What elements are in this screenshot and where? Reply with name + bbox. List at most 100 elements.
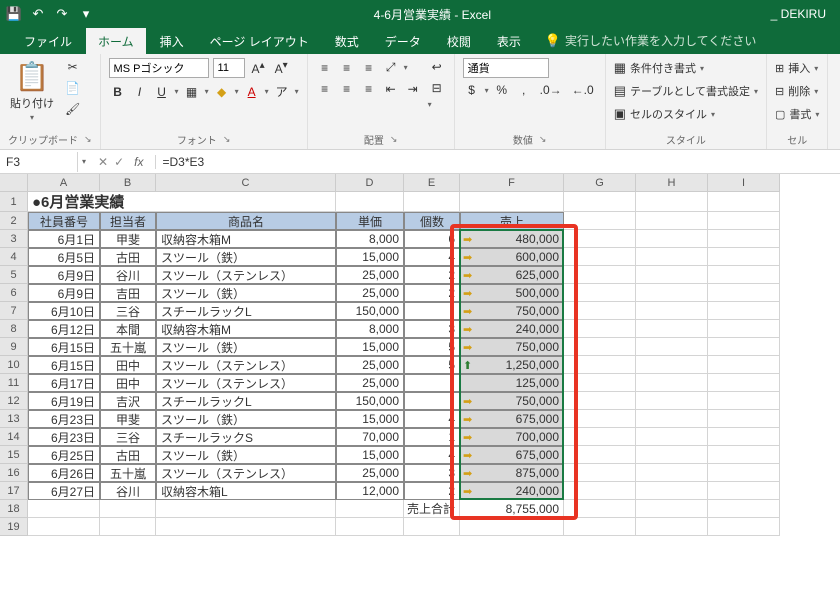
cell-qty[interactable]: 5 <box>404 338 460 356</box>
col-header-D[interactable]: D <box>336 174 404 192</box>
cell-qty[interactable]: 1 <box>404 428 460 446</box>
cell-price[interactable]: 150,000 <box>336 302 404 320</box>
cell-emp[interactable]: 6月12日 <box>28 320 100 338</box>
font-size-input[interactable] <box>213 58 245 78</box>
cell[interactable] <box>636 518 708 536</box>
cell[interactable] <box>636 392 708 410</box>
cell-emp[interactable]: 6月19日 <box>28 392 100 410</box>
cell-sales[interactable]: ➡750,000 <box>460 392 564 410</box>
row-header-6[interactable]: 6 <box>0 284 28 302</box>
cell-emp[interactable]: 6月27日 <box>28 482 100 500</box>
cell-sales[interactable]: ➡625,000 <box>460 266 564 284</box>
bold-button[interactable]: B <box>109 83 127 101</box>
number-launcher-icon[interactable]: ↘ <box>539 134 547 145</box>
cell-qty[interactable]: 4 <box>404 446 460 464</box>
cell[interactable] <box>708 320 780 338</box>
tab-review[interactable]: 校閲 <box>435 28 483 54</box>
cell-product[interactable]: スツール（鉄） <box>156 446 336 464</box>
delete-cells-button[interactable]: ⊟削除 ▾ <box>775 81 819 101</box>
cell[interactable] <box>636 482 708 500</box>
row-header-9[interactable]: 9 <box>0 338 28 356</box>
cell-price[interactable]: 15,000 <box>336 410 404 428</box>
cell[interactable] <box>564 230 636 248</box>
cell-price[interactable]: 150,000 <box>336 392 404 410</box>
cell[interactable] <box>460 518 564 536</box>
cell[interactable] <box>636 428 708 446</box>
cell[interactable] <box>636 446 708 464</box>
cell[interactable] <box>564 266 636 284</box>
row-header-11[interactable]: 11 <box>0 374 28 392</box>
cell[interactable] <box>564 338 636 356</box>
cell-price[interactable]: 8,000 <box>336 320 404 338</box>
merge-center-icon[interactable]: ⊟ <box>428 79 446 97</box>
cell-product[interactable]: スツール（ステンレス） <box>156 464 336 482</box>
decrease-font-icon[interactable]: A▾ <box>272 58 291 78</box>
cell-sales[interactable]: ➡480,000 <box>460 230 564 248</box>
cancel-formula-icon[interactable]: ✕ <box>98 155 108 169</box>
accounting-format-icon[interactable]: $ <box>463 81 481 99</box>
format-cells-button[interactable]: ▢書式 ▾ <box>775 104 819 124</box>
conditional-formatting-button[interactable]: ▦条件付き書式 ▾ <box>614 58 758 78</box>
cell[interactable] <box>708 374 780 392</box>
cell[interactable] <box>708 446 780 464</box>
cell[interactable] <box>564 302 636 320</box>
cell[interactable] <box>708 284 780 302</box>
cell[interactable] <box>708 464 780 482</box>
tab-formulas[interactable]: 数式 <box>323 28 371 54</box>
cell[interactable] <box>708 392 780 410</box>
cell-styles-button[interactable]: ▣セルのスタイル ▾ <box>614 104 758 124</box>
cell-sales[interactable]: ➡500,000 <box>460 284 564 302</box>
cell-sales[interactable]: 125,000 <box>460 374 564 392</box>
cell-product[interactable]: 収納容木箱M <box>156 320 336 338</box>
col-header-H[interactable]: H <box>636 174 708 192</box>
cell[interactable] <box>564 410 636 428</box>
underline-button[interactable]: U <box>153 83 171 101</box>
cell[interactable] <box>156 518 336 536</box>
cell[interactable] <box>404 518 460 536</box>
cell[interactable] <box>564 374 636 392</box>
cell-qty[interactable] <box>404 374 460 392</box>
undo-icon[interactable]: ↶ <box>30 6 46 22</box>
cell[interactable] <box>336 192 404 212</box>
cell[interactable] <box>708 500 780 518</box>
cell-emp[interactable]: 6月10日 <box>28 302 100 320</box>
name-box[interactable]: F3 <box>0 152 78 172</box>
cell[interactable] <box>636 212 708 230</box>
cell[interactable] <box>708 212 780 230</box>
tab-insert[interactable]: 挿入 <box>148 28 196 54</box>
cell[interactable] <box>708 248 780 266</box>
cell[interactable] <box>100 500 156 518</box>
increase-font-icon[interactable]: A▴ <box>249 58 268 78</box>
cell[interactable] <box>708 482 780 500</box>
cell-price[interactable]: 25,000 <box>336 266 404 284</box>
cell[interactable] <box>708 302 780 320</box>
col-header-B[interactable]: B <box>100 174 156 192</box>
cell-emp[interactable]: 6月1日 <box>28 230 100 248</box>
tab-view[interactable]: 表示 <box>485 28 533 54</box>
cell[interactable] <box>564 284 636 302</box>
cell[interactable] <box>156 500 336 518</box>
border-button[interactable]: ▦ <box>183 83 201 101</box>
cell-product[interactable]: スツール（ステンレス） <box>156 374 336 392</box>
cell-emp[interactable]: 6月15日 <box>28 338 100 356</box>
cell[interactable] <box>636 192 708 212</box>
cell-staff[interactable]: 吉沢 <box>100 392 156 410</box>
cell[interactable] <box>636 410 708 428</box>
cell-price[interactable]: 70,000 <box>336 428 404 446</box>
cell-emp[interactable]: 6月9日 <box>28 284 100 302</box>
tab-file[interactable]: ファイル <box>12 28 84 54</box>
paste-button[interactable]: 📋 貼り付け ▾ <box>8 58 56 124</box>
cell-sales[interactable]: ➡675,000 <box>460 446 564 464</box>
header-product[interactable]: 商品名 <box>156 212 336 230</box>
row-header-18[interactable]: 18 <box>0 500 28 518</box>
user-name[interactable]: _ DEKIRU <box>771 7 834 21</box>
cell-price[interactable]: 25,000 <box>336 464 404 482</box>
row-header-13[interactable]: 13 <box>0 410 28 428</box>
align-middle-icon[interactable]: ≡ <box>338 59 356 77</box>
cell-emp[interactable]: 6月15日 <box>28 356 100 374</box>
cell-sales[interactable]: ⬆1,250,000 <box>460 356 564 374</box>
total-value[interactable]: 8,755,000 <box>460 500 564 518</box>
cell-product[interactable]: スチールラックL <box>156 302 336 320</box>
align-center-icon[interactable]: ≡ <box>338 80 356 98</box>
col-header-E[interactable]: E <box>404 174 460 192</box>
